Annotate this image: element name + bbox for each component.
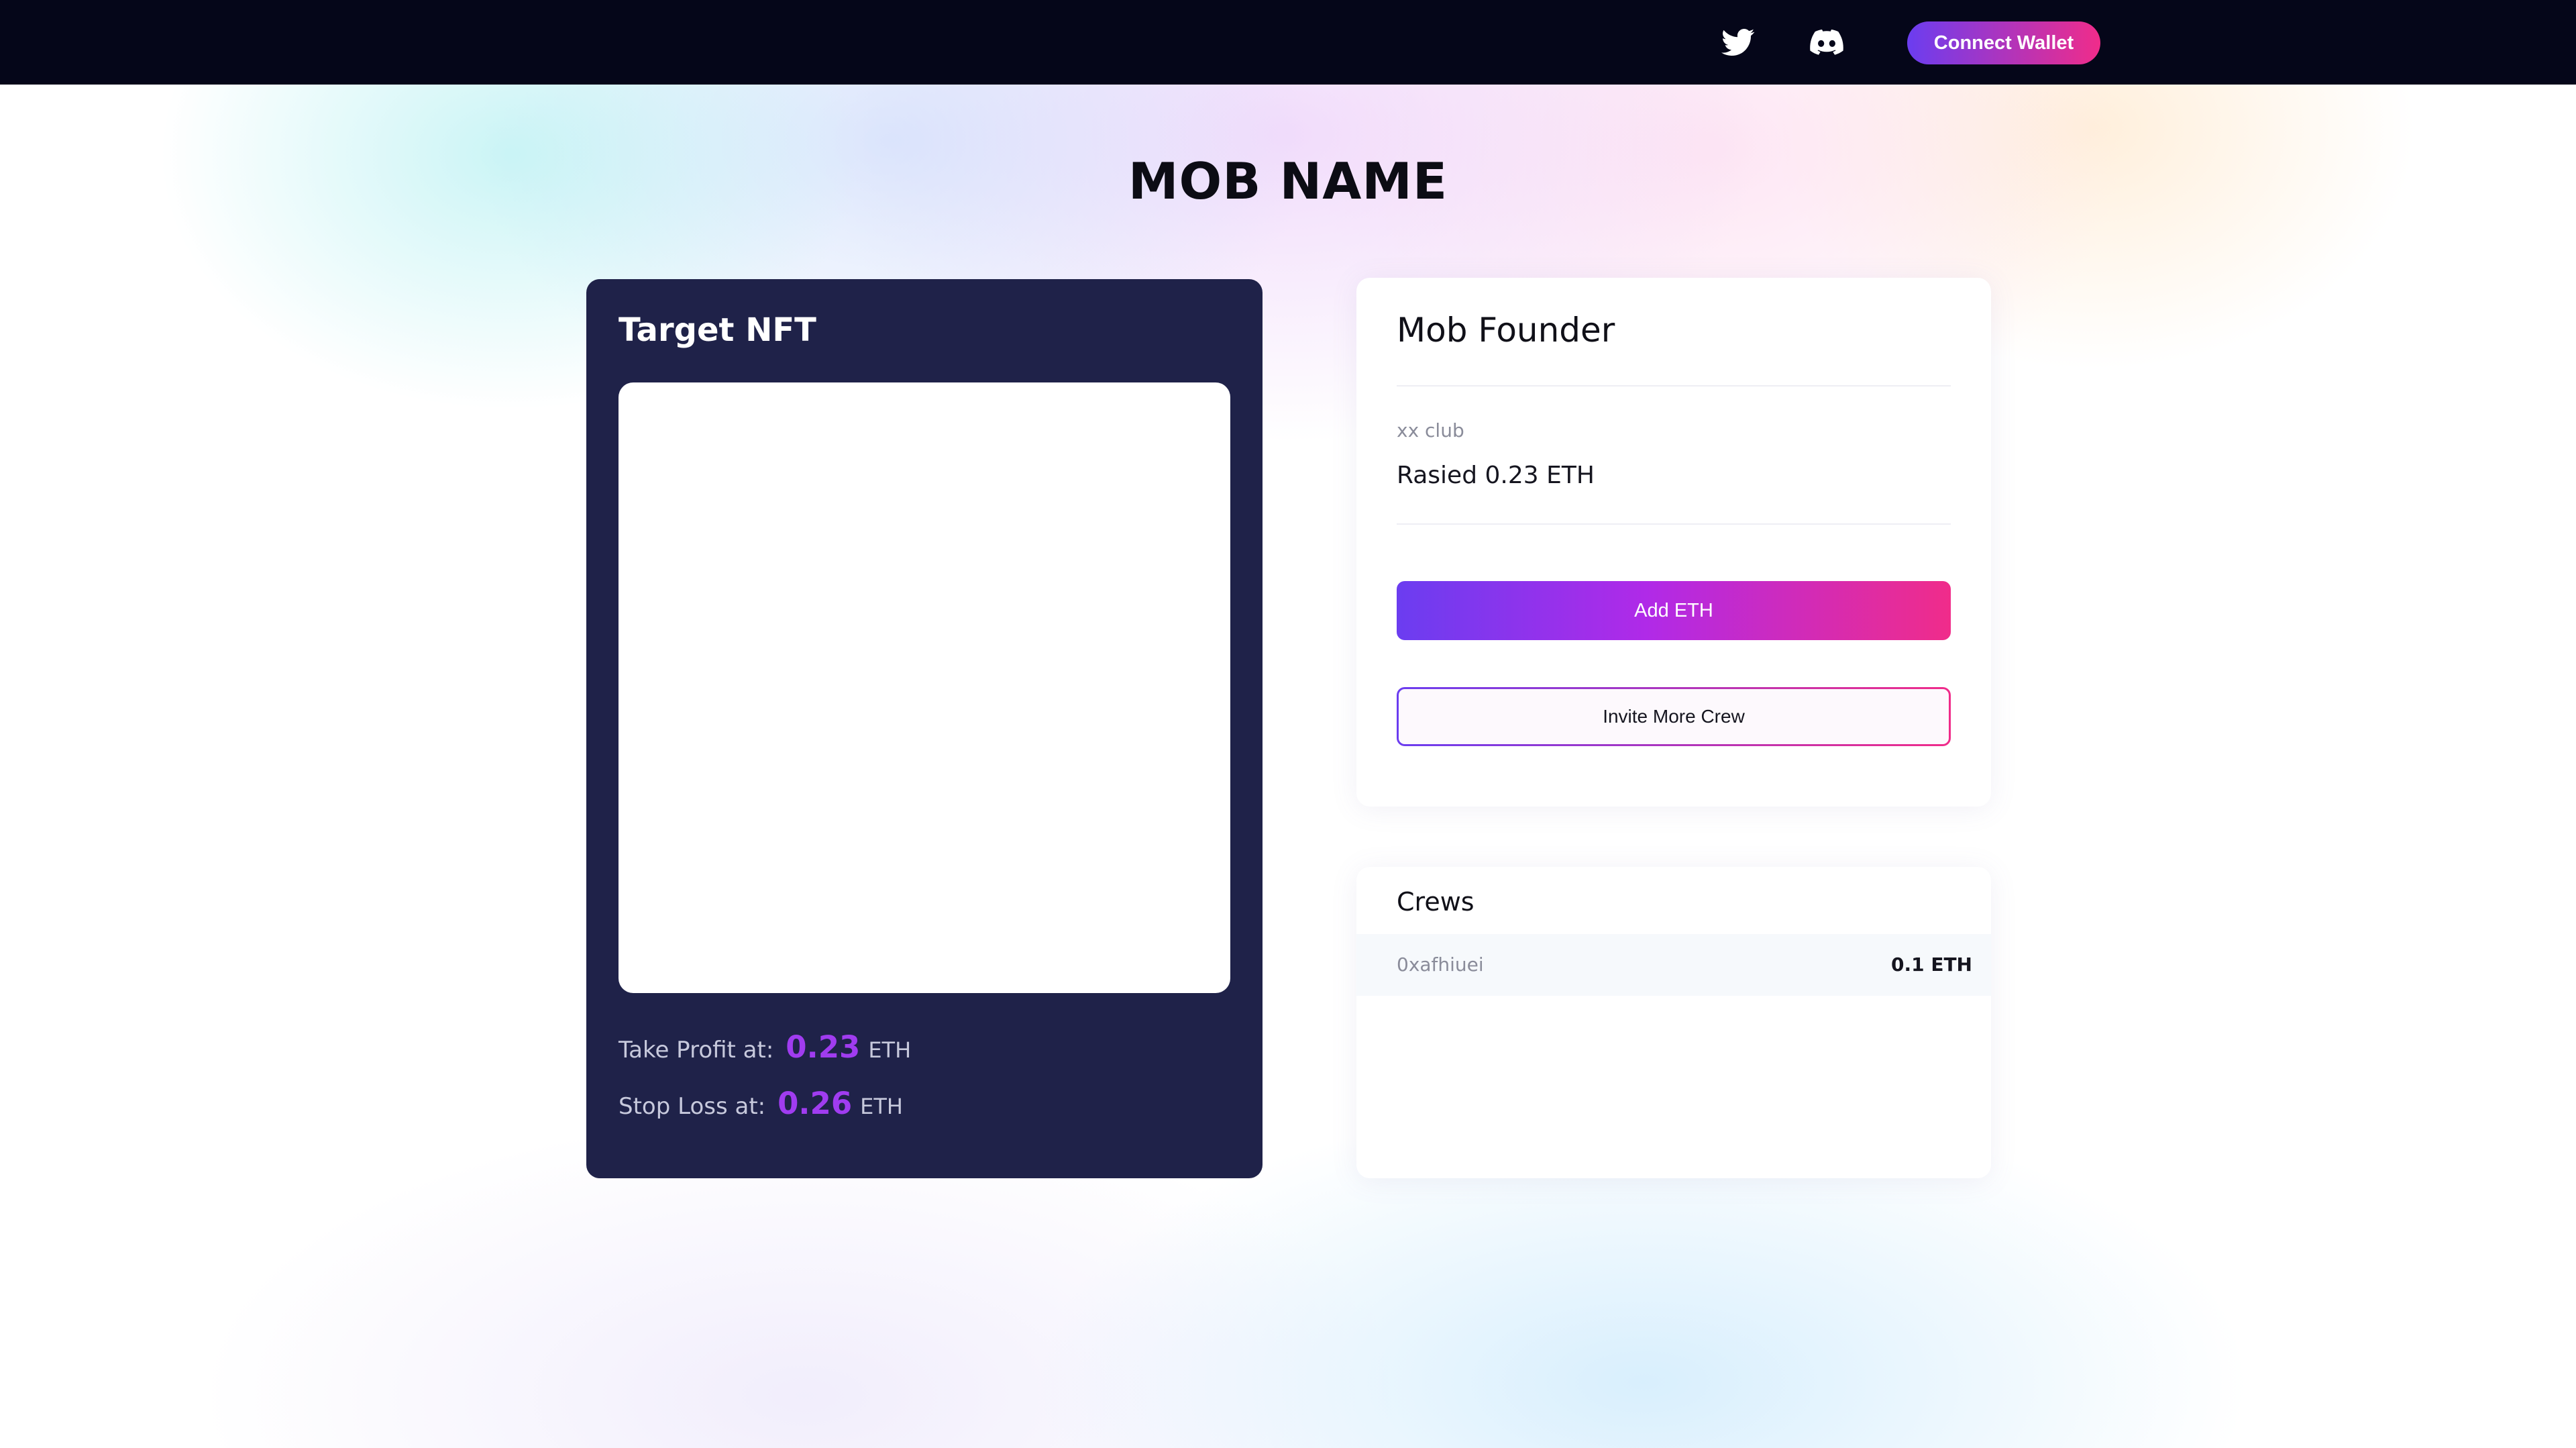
twitter-icon[interactable] — [1720, 25, 1756, 59]
club-name: xx club — [1397, 419, 1464, 442]
page-title: MOB NAME — [1128, 152, 1448, 211]
discord-icon[interactable] — [1809, 25, 1845, 59]
take-profit-value: 0.23 — [786, 1029, 861, 1065]
raised-amount: Rasied 0.23 ETH — [1397, 462, 1595, 489]
take-profit-label: Take Profit at: — [619, 1037, 774, 1064]
add-eth-button[interactable]: Add ETH — [1397, 581, 1951, 640]
stop-loss-unit: ETH — [860, 1094, 903, 1119]
crew-amount: 0.1 ETH — [1890, 953, 1972, 976]
crews-title: Crews — [1397, 887, 1474, 917]
crew-row[interactable]: 0xafhiuei 0.1 ETH — [1356, 934, 1991, 996]
mob-founder-title: Mob Founder — [1397, 311, 1615, 350]
invite-more-crew-button[interactable]: Invite More Crew — [1397, 687, 1951, 746]
target-nft-title: Target NFT — [619, 311, 816, 349]
stop-loss-label: Stop Loss at: — [619, 1093, 766, 1120]
take-profit-row: Take Profit at: 0.23 ETH — [619, 1029, 911, 1070]
top-nav-bar: Connect Wallet — [0, 0, 2576, 85]
connect-wallet-button[interactable]: Connect Wallet — [1907, 21, 2100, 64]
crew-address: 0xafhiuei — [1397, 953, 1484, 976]
take-profit-unit: ETH — [868, 1037, 912, 1063]
crews-card: Crews 0xafhiuei 0.1 ETH — [1356, 867, 1991, 1178]
nft-image-placeholder — [619, 382, 1230, 993]
target-nft-card: Target NFT Take Profit at: 0.23 ETH Stop… — [586, 279, 1263, 1178]
stop-loss-row: Stop Loss at: 0.26 ETH — [619, 1086, 903, 1126]
stop-loss-value: 0.26 — [777, 1086, 853, 1121]
mob-founder-card: Mob Founder xx club Rasied 0.23 ETH Add … — [1356, 278, 1991, 807]
divider — [1397, 523, 1951, 525]
divider — [1397, 385, 1951, 386]
